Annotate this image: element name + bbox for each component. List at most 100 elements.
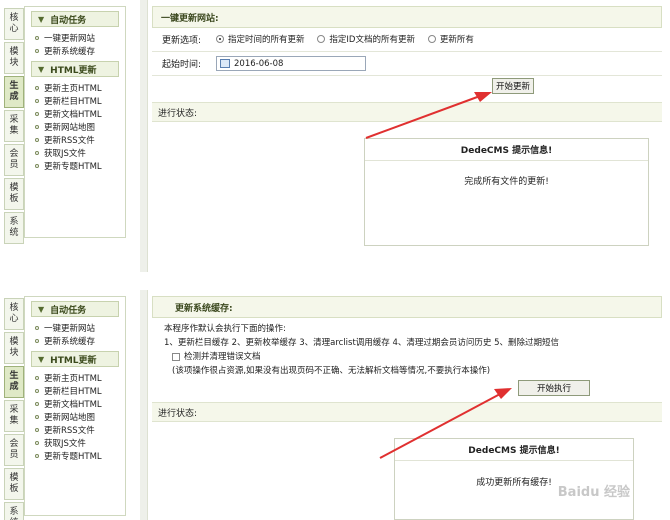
radio-by-id[interactable]: 指定ID文档的所有更新	[317, 33, 415, 45]
menu-item-doc[interactable]: 更新文档HTML	[25, 397, 125, 410]
menu-item-update-site[interactable]: 一键更新网站	[25, 31, 125, 44]
menu-item-label: 更新RSS文件	[44, 425, 95, 436]
button-row: 开始执行	[152, 378, 662, 398]
tab-label: 会员	[9, 149, 19, 170]
bullet-icon	[35, 388, 39, 393]
menu-item-label: 更新主页HTML	[44, 373, 102, 384]
tab-template[interactable]: 模板	[4, 468, 24, 500]
menu-item-home[interactable]: 更新主页HTML	[25, 81, 125, 94]
radio-by-time[interactable]: 指定时间的所有更新	[216, 33, 305, 45]
menu-item-update-cache[interactable]: 更新系统缓存	[25, 334, 125, 347]
bullet-icon	[35, 98, 39, 103]
menu-item-label: 更新栏目HTML	[44, 96, 102, 107]
menu-item-label: 一键更新网站	[44, 323, 96, 334]
menu-item-js[interactable]: 获取JS文件	[25, 436, 125, 449]
tab-member[interactable]: 会员	[4, 434, 24, 466]
tab-collect[interactable]: 采集	[4, 400, 24, 432]
bullet-icon	[35, 338, 39, 343]
menu-group-html-update[interactable]: ▼ HTML更新	[31, 351, 119, 367]
splitter[interactable]	[140, 290, 148, 520]
bullet-icon	[35, 414, 39, 419]
left-menu: ▼ 自动任务 一键更新网站 更新系统缓存 ▼ HTML更新 更新主页HTML 更新栏…	[24, 296, 126, 516]
tab-label: 采集	[9, 115, 19, 136]
tab-label: 模块	[9, 47, 19, 68]
menu-item-topic[interactable]: 更新专题HTML	[25, 159, 125, 172]
bullet-icon	[35, 375, 39, 380]
tab-collect[interactable]: 采集	[4, 110, 24, 142]
start-exec-button[interactable]: 开始执行	[518, 380, 590, 396]
tab-label: 采集	[9, 405, 19, 426]
menu-item-js[interactable]: 获取JS文件	[25, 146, 125, 159]
radio-update-all[interactable]: 更新所有	[427, 33, 474, 45]
splitter[interactable]	[140, 0, 148, 272]
status-bar: 进行状态:	[152, 402, 662, 422]
menu-item-label: 更新网站地图	[44, 412, 96, 423]
bullet-icon	[35, 163, 39, 168]
tab-module[interactable]: 模块	[4, 332, 24, 364]
menu-group-auto-task[interactable]: ▼ 自动任务	[31, 301, 119, 317]
check-row: 检测并清理错误文档	[152, 350, 662, 364]
menu-item-label: 更新RSS文件	[44, 135, 95, 146]
menu-item-update-cache[interactable]: 更新系统缓存	[25, 44, 125, 57]
menu-item-label: 一键更新网站	[44, 33, 96, 44]
field-label: 更新选项:	[162, 36, 202, 46]
bullet-icon	[35, 453, 39, 458]
bullet-icon	[35, 325, 39, 330]
message-box: DedeCMS 提示信息! 完成所有文件的更新!	[364, 138, 649, 246]
menu-item-label: 更新专题HTML	[44, 161, 102, 172]
note-text: (该项操作很占资源,如果没有出现页码不正确、无法解析文档等情况,不要执行本操作)	[172, 366, 491, 376]
menu-item-label: 更新系统缓存	[44, 336, 96, 347]
start-date-field[interactable]: 2016-06-08	[216, 56, 366, 71]
bullet-icon	[35, 427, 39, 432]
message-title: DedeCMS 提示信息!	[395, 439, 633, 461]
menu-item-topic[interactable]: 更新专题HTML	[25, 449, 125, 462]
chevron-down-icon: ▼	[38, 354, 45, 364]
tab-generate[interactable]: 生成	[4, 366, 24, 398]
tab-generate[interactable]: 生成	[4, 76, 24, 108]
screenshot-panel-2: 核心 模块 生成 采集 会员 模板 系统 ▼ 自动任务 一键更新网站 更新系统缓存…	[0, 290, 670, 520]
menu-item-label: 更新主页HTML	[44, 83, 102, 94]
radio-checked-icon	[216, 35, 224, 43]
menu-item-column[interactable]: 更新栏目HTML	[25, 384, 125, 397]
section-header: 更新系统缓存:	[152, 296, 662, 318]
bullet-icon	[35, 111, 39, 116]
menu-item-home[interactable]: 更新主页HTML	[25, 371, 125, 384]
menu-group-label: 自动任务	[50, 15, 87, 26]
tab-label: 生成	[9, 371, 19, 392]
start-update-button[interactable]: 开始更新	[492, 78, 534, 94]
menu-item-label: 更新文档HTML	[44, 399, 102, 410]
menu-item-sitemap[interactable]: 更新网站地图	[25, 120, 125, 133]
radio-icon	[317, 35, 326, 43]
menu-item-column[interactable]: 更新栏目HTML	[25, 94, 125, 107]
menu-item-doc[interactable]: 更新文档HTML	[25, 107, 125, 120]
tab-module[interactable]: 模块	[4, 42, 24, 74]
tab-core[interactable]: 核心	[4, 298, 24, 330]
chevron-down-icon: ▼	[38, 64, 45, 74]
bullet-icon	[35, 85, 39, 90]
tab-template[interactable]: 模板	[4, 178, 24, 210]
screenshot-panel-1: 核心 模块 生成 采集 会员 模板 系统 ▼ 自动任务 一键更新网站 更新系统缓存…	[0, 0, 670, 272]
menu-item-sitemap[interactable]: 更新网站地图	[25, 410, 125, 423]
left-menu: ▼ 自动任务 一键更新网站 更新系统缓存 ▼ HTML更新 更新主页HTML 更新栏…	[24, 6, 126, 238]
tab-label: 系统	[9, 507, 19, 520]
menu-group-html-update[interactable]: ▼ HTML更新	[31, 61, 119, 77]
bullet-icon	[35, 137, 39, 142]
bullet-icon	[35, 35, 39, 40]
bullet-icon	[35, 401, 39, 406]
tab-member[interactable]: 会员	[4, 144, 24, 176]
checkbox[interactable]	[172, 352, 180, 361]
bullet-icon	[35, 48, 39, 53]
tab-label: 模板	[9, 473, 19, 494]
tab-label: 系统	[9, 217, 19, 238]
calendar-icon[interactable]	[220, 59, 230, 68]
menu-group-auto-task[interactable]: ▼ 自动任务	[31, 11, 119, 27]
menu-item-update-site[interactable]: 一键更新网站	[25, 321, 125, 334]
tab-core[interactable]: 核心	[4, 8, 24, 40]
tab-label: 会员	[9, 439, 19, 460]
tab-system[interactable]: 系统	[4, 502, 24, 520]
menu-item-rss[interactable]: 更新RSS文件	[25, 423, 125, 436]
main-content: 一键更新网站: 更新选项: 指定时间的所有更新 指定ID文档的所有更新 更新所有…	[152, 6, 662, 272]
tab-label: 生成	[9, 81, 19, 102]
menu-item-rss[interactable]: 更新RSS文件	[25, 133, 125, 146]
tab-system[interactable]: 系统	[4, 212, 24, 244]
